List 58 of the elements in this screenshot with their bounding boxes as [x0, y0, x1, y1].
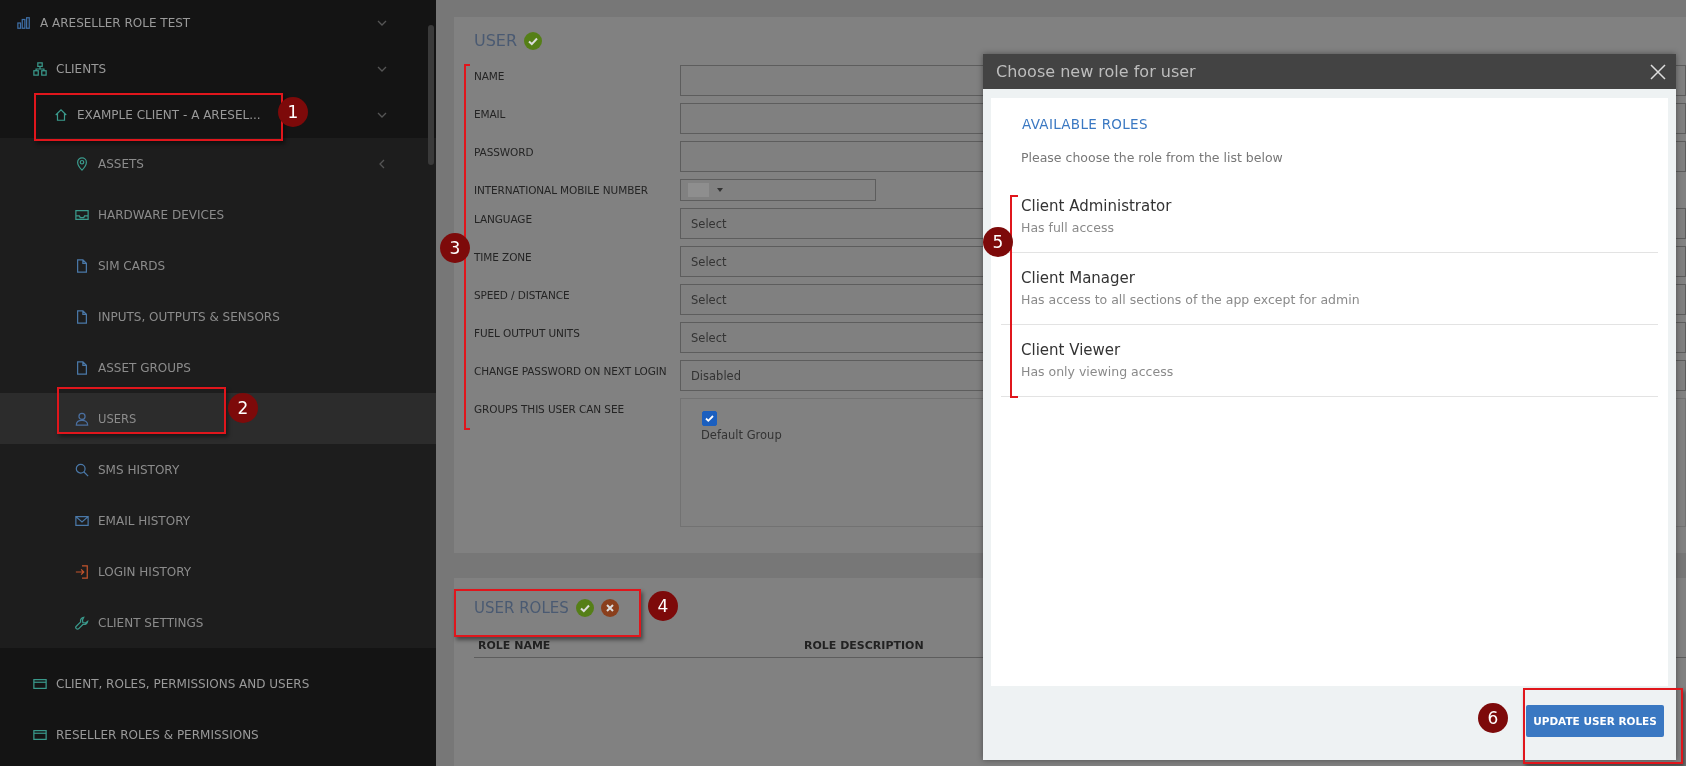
field-label: CHANGE PASSWORD ON NEXT LOGIN: [474, 364, 668, 379]
checkbox[interactable]: [702, 411, 717, 426]
field-label: FUEL OUTPUT UNITS: [474, 326, 581, 341]
field-label: NAME: [474, 69, 506, 84]
role-option[interactable]: Client Viewer Has only viewing access: [1001, 325, 1658, 397]
bar-chart-icon: [17, 16, 31, 30]
nav-item[interactable]: ASSET GROUPS: [75, 356, 191, 379]
card-icon: [33, 727, 47, 742]
caret-icon: [717, 188, 723, 192]
field-label: SPEED / DISTANCE: [474, 288, 571, 303]
field-label: PASSWORD: [474, 145, 535, 160]
field-label: GROUPS THIS USER CAN SEE: [474, 402, 625, 417]
role-option[interactable]: Client Manager Has access to all sections of the app except for admin: [1001, 253, 1658, 325]
check-circle-icon: [575, 599, 594, 617]
search-icon: [75, 462, 89, 477]
instructions: Please choose the role from the list below: [1021, 150, 1284, 165]
envelope-icon: [75, 513, 89, 528]
map-pin-icon: [75, 156, 89, 171]
field-label: TIME ZONE: [474, 250, 533, 265]
close-icon[interactable]: [1650, 63, 1666, 80]
dialog-title: Choose new role for user: [996, 62, 1196, 81]
checkbox-label: Default Group: [701, 428, 783, 442]
column-header: ROLE NAME: [478, 639, 552, 652]
sitemap-icon: [33, 62, 47, 76]
nav-item[interactable]: RESELLER ROLES & PERMISSIONS: [33, 723, 259, 746]
nav-item[interactable]: EMAIL HISTORY: [75, 509, 191, 532]
nav-item[interactable]: USERS: [75, 407, 137, 430]
nav-item[interactable]: EXAMPLE CLIENT - A ARESEL...: [54, 104, 261, 126]
document-icon: [75, 360, 89, 375]
wrench-icon: [75, 615, 89, 630]
nav-item[interactable]: SIM CARDS: [75, 254, 166, 277]
column-header: ROLE DESCRIPTION: [804, 639, 925, 652]
sign-in-icon: [75, 564, 89, 579]
field-label: EMAIL: [474, 107, 507, 122]
nav-item[interactable]: SMS HISTORY: [75, 458, 180, 481]
document-icon: [75, 309, 89, 324]
nav-item[interactable]: A ARESELLER ROLE TEST: [17, 12, 191, 34]
update-button[interactable]: UPDATE USER ROLES: [1526, 705, 1664, 737]
user-icon: [75, 411, 89, 426]
card-icon: [33, 676, 47, 691]
close-circle-icon: [600, 599, 619, 617]
field-label: LANGUAGE: [474, 212, 533, 227]
nav-item[interactable]: INPUTS, OUTPUTS & SENSORS: [75, 305, 280, 328]
nav-item[interactable]: LOGIN HISTORY: [75, 560, 192, 583]
check-icon: [704, 413, 715, 424]
nav-item[interactable]: CLIENTS: [33, 58, 107, 80]
inbox-icon: [75, 207, 89, 222]
nav-item[interactable]: HARDWARE DEVICES: [75, 203, 225, 226]
scrollbar[interactable]: [428, 25, 434, 165]
field-label: INTERNATIONAL MOBILE NUMBER: [474, 183, 649, 198]
nav-item[interactable]: ASSETS: [75, 152, 144, 175]
nav-item[interactable]: CLIENT, ROLES, PERMISSIONS AND USERS: [33, 672, 310, 695]
document-icon: [75, 258, 89, 273]
nav-item[interactable]: CLIENT SETTINGS: [75, 611, 204, 634]
section-title: AVAILABLE ROLES: [1022, 116, 1149, 132]
phone-input[interactable]: [680, 179, 876, 201]
check-circle-icon: [524, 31, 543, 50]
home-icon: [54, 108, 68, 122]
